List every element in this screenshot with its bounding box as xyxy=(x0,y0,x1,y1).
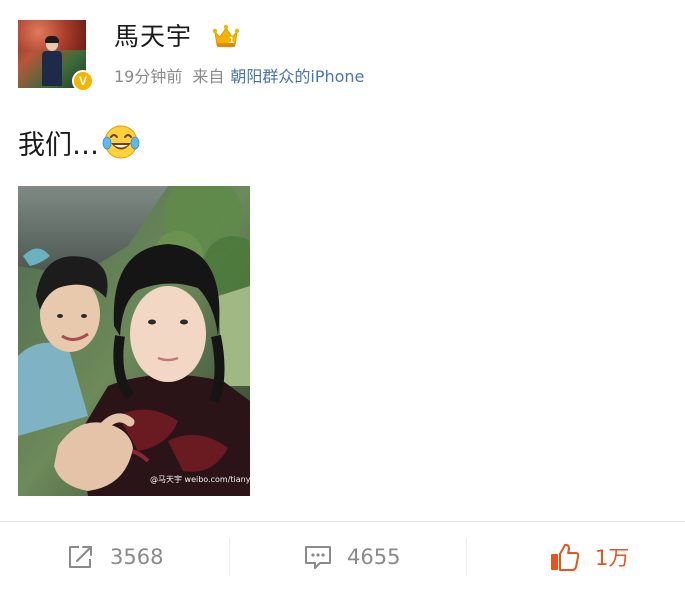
verified-v-icon: V xyxy=(72,70,94,92)
like-count: 1万 xyxy=(595,546,630,570)
action-separator xyxy=(229,538,230,576)
post-text-content: 我们… xyxy=(18,130,99,161)
post-source-link[interactable]: 朝阳群众的iPhone xyxy=(230,67,364,86)
repost-icon xyxy=(69,546,92,568)
comment-count: 4655 xyxy=(347,545,401,569)
author-name[interactable]: 馬天宇 xyxy=(114,20,192,54)
repost-button[interactable]: 3568 xyxy=(66,522,163,592)
image-watermark: @马天宇 weibo.com/tianyuma xyxy=(150,475,250,484)
post-image[interactable]: @马天宇 weibo.com/tianyuma xyxy=(18,186,250,496)
laugh-cry-emoji-icon xyxy=(102,125,140,159)
comment-button[interactable]: 4655 xyxy=(303,522,400,592)
comment-icon xyxy=(305,546,331,569)
svg-text:1: 1 xyxy=(229,35,234,45)
action-bar: 3568 4655 1万 xyxy=(0,522,685,592)
repost-count: 3568 xyxy=(110,545,164,569)
post-time: 19分钟前 xyxy=(114,67,183,86)
post-meta: 19分钟前 来自 朝阳群众的iPhone xyxy=(114,66,364,88)
like-button[interactable]: 1万 xyxy=(549,522,629,592)
action-separator xyxy=(466,538,467,576)
post-from-label: 来自 xyxy=(192,67,225,86)
post-text: 我们… xyxy=(18,122,141,166)
post-image-illustration xyxy=(18,186,250,496)
crown-icon: 1 xyxy=(212,24,240,47)
avatar-figure xyxy=(42,36,62,86)
thumbs-up-icon xyxy=(551,543,580,571)
